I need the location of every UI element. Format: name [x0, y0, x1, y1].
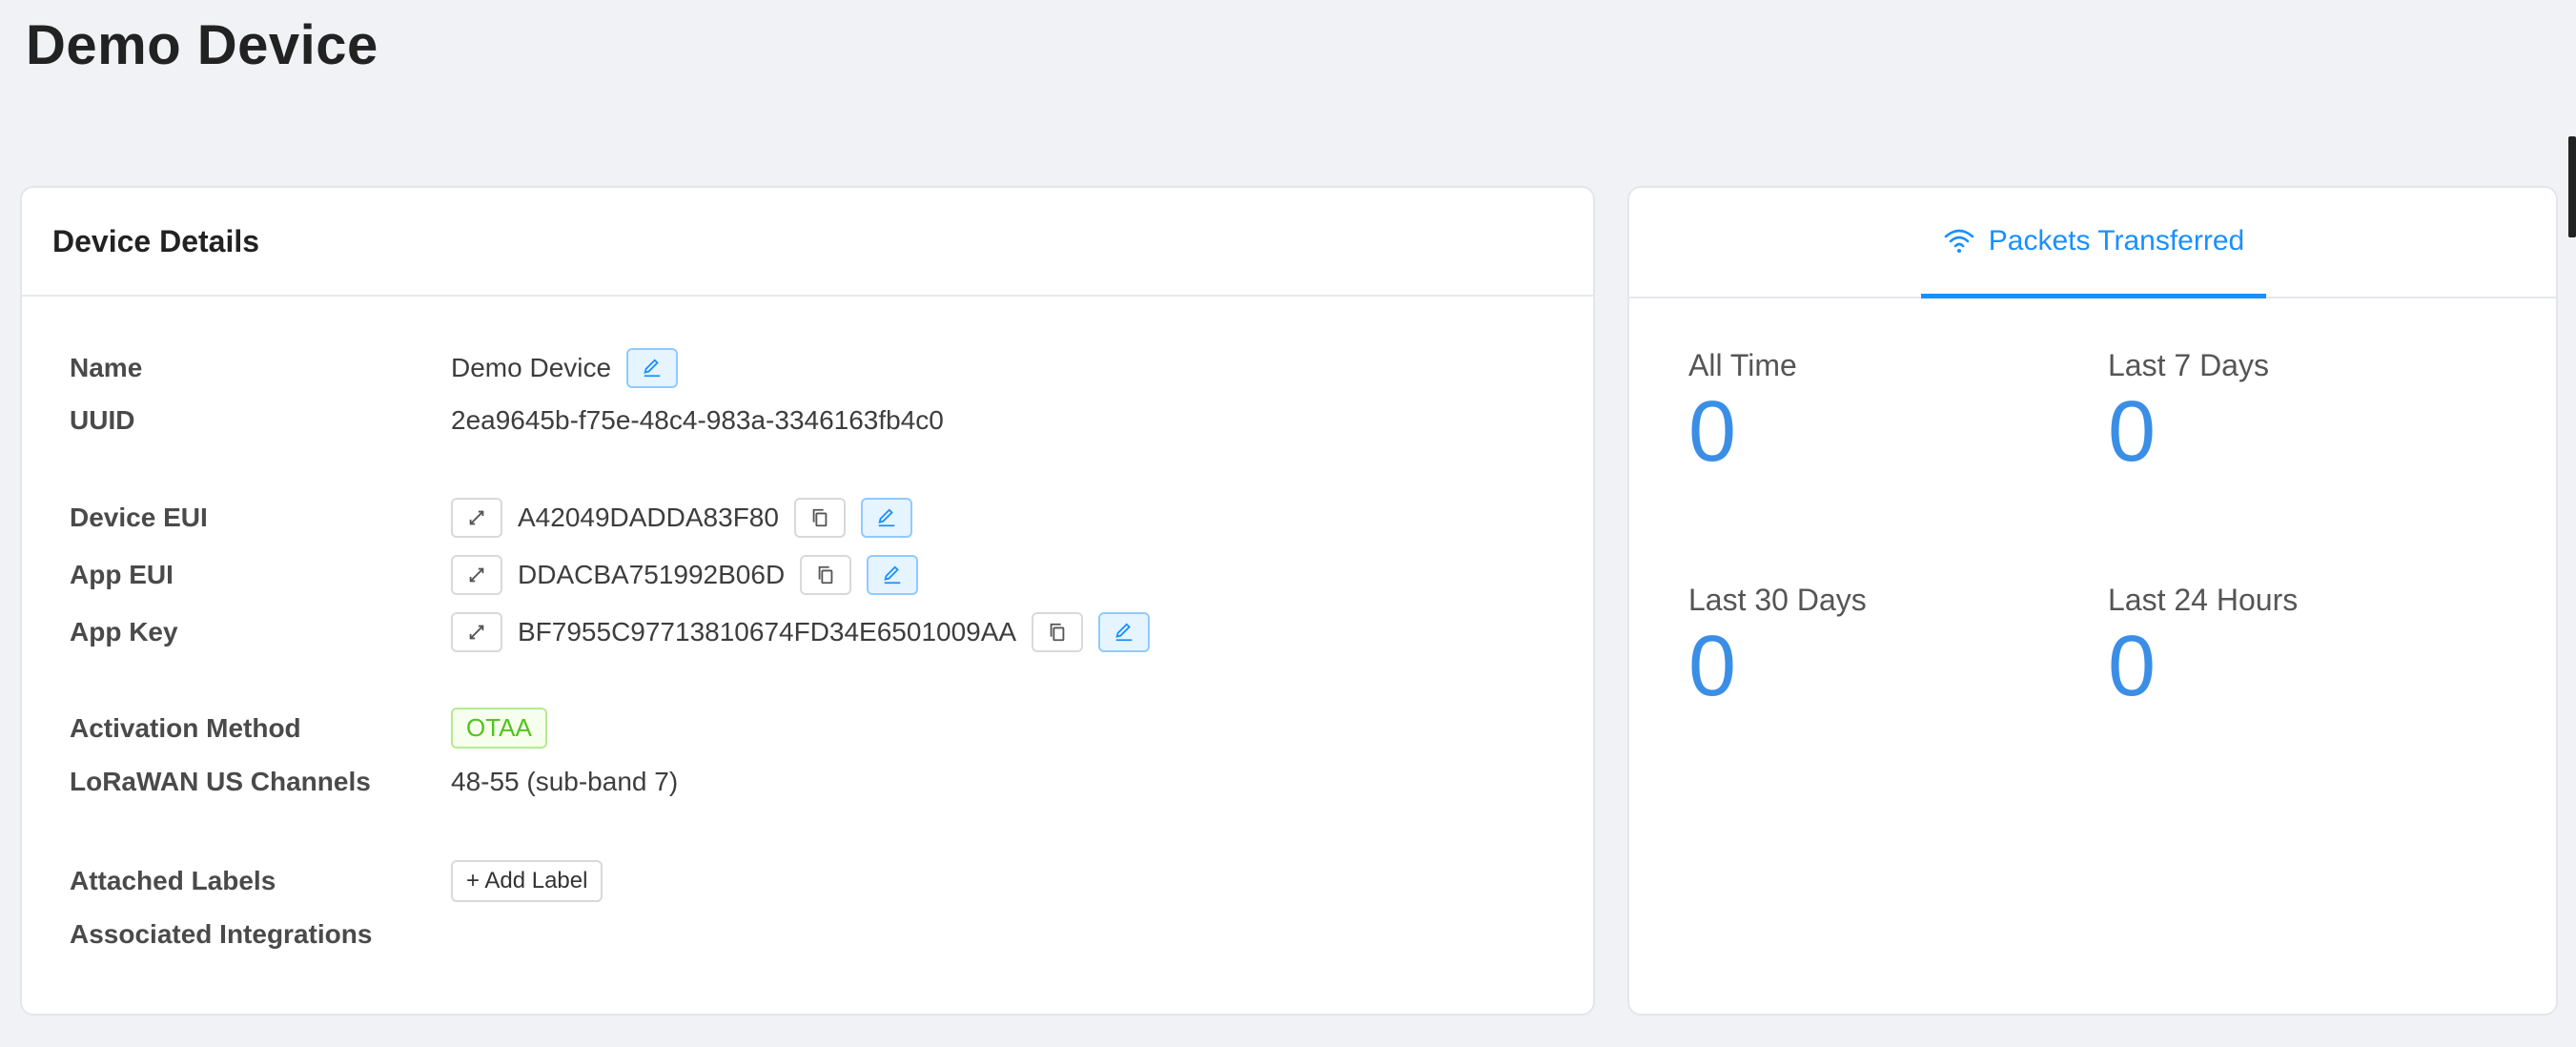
- stat-all-time-value: 0: [1688, 384, 1737, 480]
- associated-integrations-row: Associated Integrations: [70, 919, 451, 950]
- app-key-row: App Key BF7955C97713810674FD34E6501009AA: [70, 612, 1165, 652]
- copy-icon: [818, 565, 833, 585]
- edit-icon: [884, 565, 901, 585]
- copy-app-eui-button[interactable]: [800, 555, 852, 595]
- stat-last-30-days: Last 30 Days 0: [1688, 583, 2089, 709]
- device-eui-row: Device EUI A42049DADDA83F80: [70, 498, 928, 538]
- uuid-row: UUID 2ea9645b-f75e-48c4-983a-3346163fb4c…: [70, 405, 959, 436]
- device-details-header: Device Details: [22, 188, 1593, 297]
- packets-card: Packets Transferred All Time 0 Last 7 Da…: [1627, 186, 2558, 1016]
- packets-tab-bar: Packets Transferred: [1629, 188, 2556, 298]
- lorawan-channels-label: LoRaWAN US Channels: [70, 767, 371, 796]
- name-row: Name Demo Device: [70, 348, 693, 388]
- copy-icon: [1050, 623, 1065, 642]
- stat-last-24-hours: Last 24 Hours 0: [2108, 583, 2508, 709]
- stat-last-7-days-value: 0: [2108, 384, 2157, 480]
- app-eui-value: DDACBA751992B06D: [518, 560, 786, 589]
- activation-method-row: Activation Method OTAA: [70, 708, 547, 749]
- edit-icon: [878, 508, 895, 527]
- edit-name-button[interactable]: [626, 348, 679, 388]
- app-key-label: App Key: [70, 617, 178, 647]
- attached-labels-row: Attached Labels + Add Label: [70, 860, 603, 902]
- expand-icon: [469, 510, 484, 525]
- stat-last-24-hours-value: 0: [2108, 619, 2157, 714]
- edit-app-eui-button[interactable]: [867, 555, 919, 595]
- name-value: Demo Device: [451, 353, 612, 382]
- uuid-label: UUID: [70, 405, 135, 435]
- name-label: Name: [70, 353, 143, 382]
- stat-all-time: All Time 0: [1688, 348, 2089, 475]
- stat-all-time-label: All Time: [1688, 348, 1797, 382]
- lorawan-channels-value: 48-55 (sub-band 7): [451, 767, 679, 796]
- edit-icon: [644, 359, 661, 378]
- lorawan-channels-row: LoRaWAN US Channels 48-55 (sub-band 7): [70, 767, 693, 797]
- expand-icon: [469, 567, 484, 583]
- copy-device-eui-button[interactable]: [793, 498, 846, 538]
- app-eui-row: App EUI DDACBA751992B06D: [70, 555, 933, 595]
- page-title: Demo Device: [26, 14, 378, 76]
- scrollbar-edge[interactable]: [2568, 136, 2576, 237]
- edit-device-eui-button[interactable]: [860, 498, 912, 538]
- tab-packets-transferred[interactable]: Packets Transferred: [1921, 188, 2266, 298]
- expand-app-eui-button[interactable]: [451, 555, 502, 595]
- add-label-button[interactable]: + Add Label: [451, 860, 603, 902]
- stat-last-30-days-label: Last 30 Days: [1688, 583, 1867, 617]
- expand-app-key-button[interactable]: [451, 612, 502, 652]
- attached-labels-label: Attached Labels: [70, 866, 276, 895]
- edit-icon: [1115, 623, 1133, 642]
- copy-icon: [812, 508, 828, 527]
- app-eui-label: App EUI: [70, 560, 174, 589]
- device-eui-value: A42049DADDA83F80: [518, 503, 779, 532]
- stat-last-30-days-value: 0: [1688, 619, 1737, 714]
- activation-method-label: Activation Method: [70, 712, 301, 743]
- copy-app-key-button[interactable]: [1032, 612, 1084, 652]
- wifi-icon: [1944, 229, 1974, 253]
- activation-method-badge: OTAA: [451, 708, 547, 749]
- expand-icon: [469, 625, 484, 640]
- associated-integrations-label: Associated Integrations: [70, 919, 373, 949]
- device-details-card: Device Details Name Demo Device UUID 2ea…: [20, 186, 1595, 1016]
- stat-last-7-days-label: Last 7 Days: [2108, 348, 2269, 382]
- stat-last-7-days: Last 7 Days 0: [2108, 348, 2508, 475]
- expand-device-eui-button[interactable]: [451, 498, 502, 538]
- device-eui-label: Device EUI: [70, 503, 208, 532]
- edit-app-key-button[interactable]: [1098, 612, 1151, 652]
- uuid-value: 2ea9645b-f75e-48c4-983a-3346163fb4c0: [451, 405, 944, 435]
- tab-packets-transferred-label: Packets Transferred: [1988, 224, 2245, 257]
- stat-last-24-hours-label: Last 24 Hours: [2108, 583, 2299, 617]
- app-key-value: BF7955C97713810674FD34E6501009AA: [518, 617, 1017, 647]
